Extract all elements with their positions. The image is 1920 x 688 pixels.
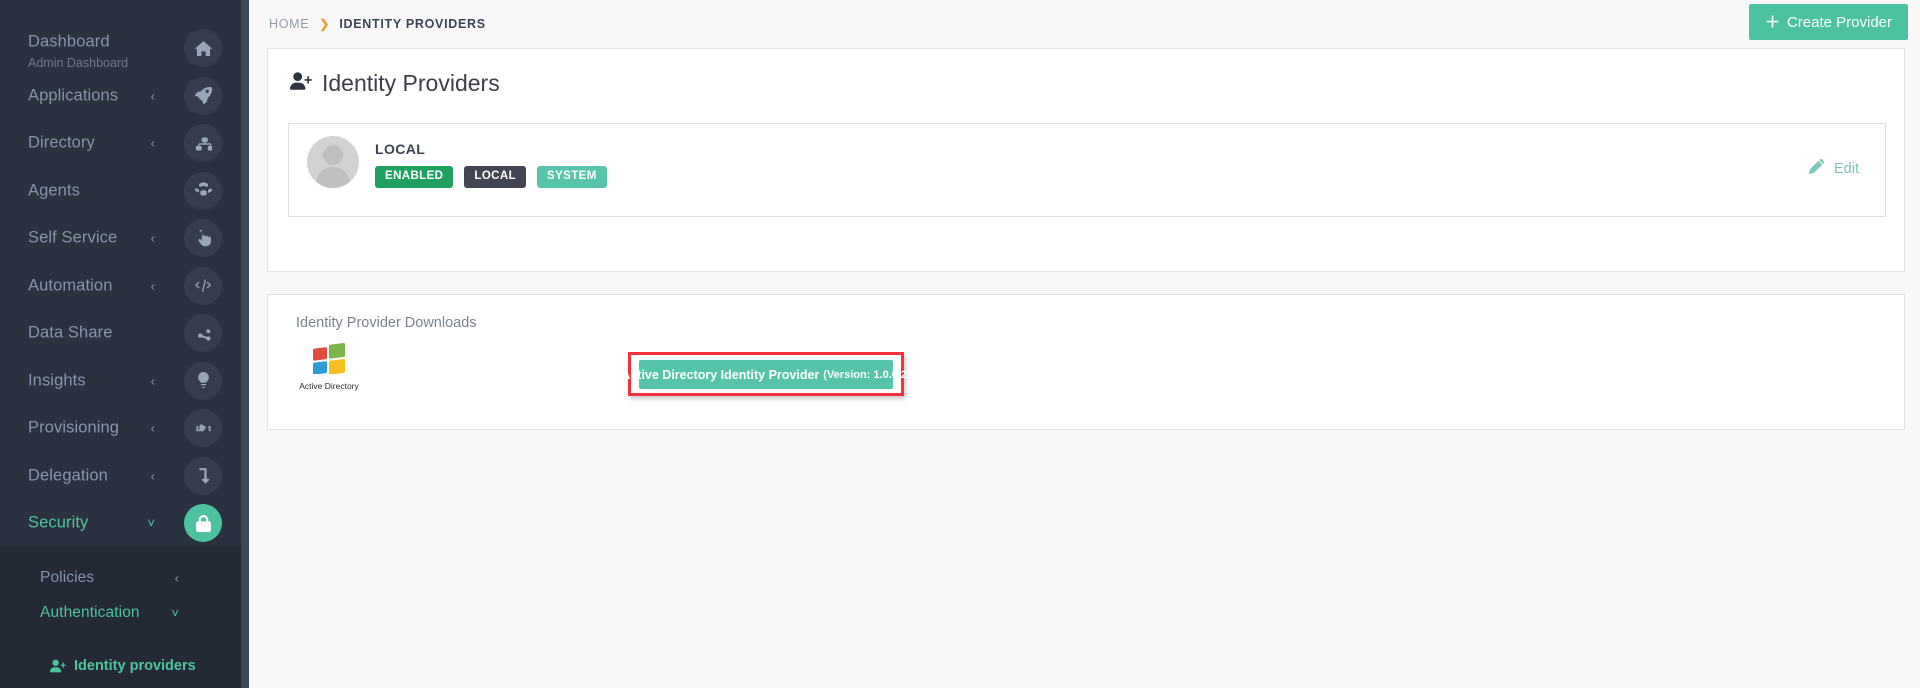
sidebar-item-label: Data Share <box>28 323 113 342</box>
rocket-icon[interactable] <box>184 76 222 115</box>
sidebar-scrollbar[interactable] <box>241 0 249 688</box>
chevron-left-icon[interactable]: ‹ <box>151 422 155 435</box>
sidebar-item-label: Automation <box>28 276 113 294</box>
chevron-left-icon[interactable]: ‹ <box>151 89 155 102</box>
sidebar-item-label: Directory <box>28 133 95 152</box>
chevron-right-icon: ❯ <box>319 17 330 31</box>
hand-pointer-icon[interactable] <box>184 219 222 257</box>
home-icon[interactable] <box>184 29 222 67</box>
sidebar-item-provisioning[interactable]: Provisioning ‹ <box>0 404 241 452</box>
sidebar-item-label: Applications <box>28 86 119 104</box>
identity-providers-panel: Identity Providers LOCAL ENABLED LOCAL SYS… <box>267 48 1905 272</box>
sidebar-subitem-label: Authentication <box>40 604 140 621</box>
sidebar-item-agents[interactable]: Agents <box>0 167 241 215</box>
chevron-left-icon[interactable]: ‹ <box>151 279 155 292</box>
user-plus-icon <box>50 658 66 674</box>
main-content: HOME ❯ IDENTITY PROVIDERS ＋ Create Provi… <box>249 0 1920 688</box>
sidebar-item-sublabel: Admin Dashboard <box>28 56 129 70</box>
download-highlight-box: Active Directory Identity Provider (Vers… <box>621 352 911 396</box>
sidebar-item-delegation[interactable]: Delegation ‹ <box>0 452 241 500</box>
sidebar-item-applications[interactable]: Applications ‹ <box>0 72 241 120</box>
edit-button[interactable]: Edit <box>1808 159 1859 179</box>
sidebar-item-label: Security <box>28 513 89 532</box>
chevron-left-icon[interactable]: ‹ <box>151 469 155 482</box>
provider-badges: ENABLED LOCAL SYSTEM <box>375 166 607 188</box>
users-icon[interactable] <box>184 409 222 447</box>
edit-button-label: Edit <box>1834 161 1859 177</box>
create-provider-button[interactable]: ＋ Create Provider <box>1748 4 1908 40</box>
page-title-text: Identity Providers <box>322 70 500 96</box>
sitemap-icon[interactable] <box>184 124 222 162</box>
sidebar-item-label: Dashboard <box>28 32 110 51</box>
active-directory-logo-caption: Active Directory <box>299 381 359 391</box>
breadcrumb-home-link[interactable]: HOME <box>269 17 309 31</box>
sidebar-item-self-service[interactable]: Self Service ‹ <box>0 214 241 262</box>
downloads-panel: Identity Provider Downloads Active Direc… <box>267 294 1905 430</box>
sidebar-submenu: Policies ‹ Authentication ˅ Identity provid… <box>0 546 241 688</box>
sidebar-item-insights[interactable]: Insights ‹ <box>0 357 241 405</box>
sidebar-subitem-label: Policies <box>40 569 95 586</box>
topbar: HOME ❯ IDENTITY PROVIDERS ＋ Create Provi… <box>249 0 1920 48</box>
arrow-turn-icon[interactable] <box>184 456 222 495</box>
avatar <box>307 136 359 188</box>
status-badge-local: LOCAL <box>464 166 526 188</box>
code-icon[interactable] <box>184 266 222 305</box>
chevron-down-icon[interactable]: ˅ <box>171 607 179 620</box>
provider-name: LOCAL <box>375 141 426 157</box>
cubes-icon[interactable] <box>184 171 222 210</box>
download-button-version: (Version: 1.0.0.2) <box>823 368 911 381</box>
sidebar-item-identity-providers[interactable]: Identity providers <box>0 647 241 685</box>
sidebar-item-automation[interactable]: Automation ‹ <box>0 262 241 310</box>
sidebar-item-security[interactable]: Security ˅ <box>0 499 241 547</box>
user-plus-icon <box>290 70 312 97</box>
share-icon[interactable] <box>184 314 222 352</box>
pencil-icon <box>1808 159 1825 179</box>
sidebar-item-dashboard[interactable]: Dashboard Admin Dashboard <box>0 24 241 72</box>
sidebar-item-data-share[interactable]: Data Share <box>0 309 241 357</box>
sidebar-item-label: Self Service <box>28 228 118 247</box>
downloads-title: Identity Provider Downloads <box>296 315 477 331</box>
active-directory-logo: Active Directory <box>294 342 364 391</box>
status-badge-enabled: ENABLED <box>375 166 454 188</box>
sidebar-item-identity-providers-label: Identity providers <box>74 658 196 674</box>
chevron-left-icon[interactable]: ‹ <box>151 232 155 245</box>
download-active-directory-button[interactable]: Active Directory Identity Provider (Vers… <box>621 360 911 389</box>
page-title: Identity Providers <box>290 70 500 97</box>
sidebar-subitem-authentication[interactable]: Authentication ˅ <box>0 591 241 635</box>
sidebar-item-label: Agents <box>28 181 80 199</box>
windows-logo-icon <box>311 342 347 378</box>
breadcrumb: HOME ❯ IDENTITY PROVIDERS <box>269 17 486 31</box>
breadcrumb-current: IDENTITY PROVIDERS <box>339 17 486 31</box>
sidebar-item-label: Insights <box>28 371 86 389</box>
sidebar-item-directory[interactable]: Directory ‹ <box>0 119 241 167</box>
sidebar-item-label: Provisioning <box>28 418 120 437</box>
chevron-left-icon[interactable]: ‹ <box>151 374 155 387</box>
chevron-left-icon[interactable]: ‹ <box>175 572 179 585</box>
create-provider-button-label: Create Provider <box>1786 13 1892 31</box>
chevron-down-icon[interactable]: ˅ <box>147 517 155 530</box>
plus-icon: ＋ <box>1764 13 1780 31</box>
chevron-left-icon[interactable]: ‹ <box>151 137 155 150</box>
sidebar: Dashboard Admin Dashboard Applications ‹ Dir… <box>0 0 249 688</box>
lock-icon[interactable] <box>184 504 222 542</box>
status-badge-system: SYSTEM <box>537 166 607 188</box>
download-button-label: Active Directory Identity Provider <box>621 367 820 382</box>
provider-card-local[interactable]: LOCAL ENABLED LOCAL SYSTEM Edit <box>288 123 1886 217</box>
lightbulb-icon[interactable] <box>184 361 222 400</box>
sidebar-item-label: Delegation <box>28 466 108 484</box>
